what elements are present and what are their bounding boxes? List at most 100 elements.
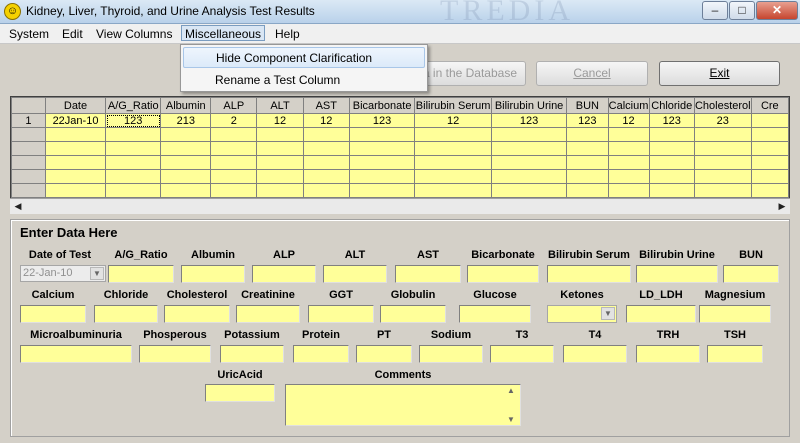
grid-cell[interactable]: 12	[414, 113, 492, 128]
input-field[interactable]	[395, 265, 461, 283]
input-field[interactable]	[699, 305, 771, 323]
grid-cell[interactable]	[349, 127, 416, 142]
input-field[interactable]	[490, 345, 554, 363]
scroll-right-icon[interactable]: ▶	[774, 199, 790, 214]
grid-cell[interactable]	[105, 169, 162, 184]
grid-row-header[interactable]	[11, 183, 46, 198]
menu-miscellaneous[interactable]: Miscellaneous	[181, 25, 266, 41]
grid-column-header[interactable]: Albumin	[160, 97, 212, 114]
grid-cell[interactable]	[693, 141, 752, 156]
input-field[interactable]	[380, 305, 446, 323]
input-field[interactable]	[419, 345, 483, 363]
grid-cell[interactable]	[566, 155, 609, 170]
input-field[interactable]	[636, 345, 700, 363]
grid-column-header[interactable]: Bilirubin Serum	[414, 97, 492, 114]
grid-column-header[interactable]: ALP	[210, 97, 258, 114]
grid-cell[interactable]	[607, 141, 650, 156]
grid-column-header[interactable]: Bicarbonate	[349, 97, 416, 114]
grid-row-header[interactable]	[11, 127, 46, 142]
grid-cell[interactable]	[750, 169, 789, 184]
grid-cell[interactable]	[349, 141, 416, 156]
grid-row-1[interactable]: 1 22Jan-10 123 213 2 12 12 123 12 123 123 12 123 23	[11, 113, 789, 128]
grid-cell[interactable]	[490, 141, 568, 156]
grid-cell[interactable]	[750, 141, 789, 156]
grid-cell[interactable]	[414, 155, 492, 170]
input-field[interactable]	[636, 265, 718, 283]
grid-cell[interactable]	[648, 183, 695, 198]
grid-cell[interactable]	[566, 141, 609, 156]
input-field[interactable]	[547, 265, 631, 283]
grid-row-4[interactable]	[11, 155, 789, 170]
grid-cell[interactable]	[607, 155, 650, 170]
grid-cell[interactable]	[160, 169, 212, 184]
comments-textarea[interactable]: ▲ ▼	[285, 384, 521, 426]
grid-cell[interactable]	[607, 127, 650, 142]
grid-cell[interactable]: 213	[160, 113, 212, 128]
grid-cell[interactable]: 23	[693, 113, 752, 128]
menu-edit[interactable]: Edit	[59, 27, 86, 43]
grid-column-header[interactable]: Calcium	[607, 97, 650, 114]
uricacid-field[interactable]	[205, 384, 275, 402]
grid-cell[interactable]	[414, 169, 492, 184]
input-field[interactable]	[707, 345, 763, 363]
grid-horizontal-scrollbar[interactable]: ◀ ▶	[10, 198, 790, 214]
cancel-button[interactable]: Cancel	[536, 61, 648, 86]
input-field[interactable]	[94, 305, 158, 323]
grid-cell[interactable]	[44, 169, 107, 184]
input-field[interactable]	[323, 265, 387, 283]
grid-row-3[interactable]	[11, 141, 789, 156]
grid-cell[interactable]: 123	[648, 113, 695, 128]
grid-cell[interactable]	[256, 141, 304, 156]
grid-cell[interactable]	[648, 141, 695, 156]
grid-cell[interactable]	[256, 155, 304, 170]
grid-cell[interactable]	[750, 113, 789, 128]
comments-scrollbar[interactable]: ▲ ▼	[507, 386, 519, 424]
grid-cell[interactable]	[210, 183, 258, 198]
menu-help[interactable]: Help	[272, 27, 303, 43]
grid-cell[interactable]	[414, 141, 492, 156]
grid-cell[interactable]	[693, 169, 752, 184]
input-field[interactable]	[626, 305, 696, 323]
scroll-up-icon[interactable]: ▲	[507, 386, 515, 395]
chevron-down-icon[interactable]: ▼	[601, 307, 615, 320]
input-field[interactable]	[467, 265, 539, 283]
input-field[interactable]	[308, 305, 374, 323]
menu-view-columns[interactable]: View Columns	[93, 27, 175, 43]
grid-cell[interactable]	[648, 169, 695, 184]
grid-row-header[interactable]: 1	[11, 113, 46, 128]
input-field[interactable]	[723, 265, 779, 283]
grid-cell[interactable]	[750, 127, 789, 142]
grid-cell[interactable]	[302, 155, 351, 170]
input-field[interactable]	[164, 305, 230, 323]
grid-cell[interactable]	[648, 155, 695, 170]
grid-column-header[interactable]: Cholesterol	[693, 97, 752, 114]
grid-row-5[interactable]	[11, 169, 789, 184]
grid-cell[interactable]	[490, 155, 568, 170]
scroll-down-icon[interactable]: ▼	[507, 415, 515, 424]
input-field[interactable]	[236, 305, 300, 323]
grid-cell[interactable]	[490, 127, 568, 142]
grid-column-header[interactable]: Date	[44, 97, 107, 114]
input-field[interactable]	[220, 345, 284, 363]
input-field[interactable]	[356, 345, 412, 363]
grid-cell[interactable]	[693, 155, 752, 170]
dropdown-field[interactable]: ▼	[547, 305, 617, 323]
restore-button[interactable]: □	[729, 1, 755, 20]
grid-column-header[interactable]: Bilirubin Urine	[490, 97, 568, 114]
input-field[interactable]	[563, 345, 627, 363]
input-field[interactable]	[459, 305, 531, 323]
grid-cell[interactable]	[349, 169, 416, 184]
grid-cell[interactable]: 123	[566, 113, 609, 128]
grid-cell[interactable]	[44, 141, 107, 156]
input-field[interactable]	[293, 345, 349, 363]
grid-column-header[interactable]: Chloride	[648, 97, 695, 114]
grid-row-6[interactable]	[11, 183, 789, 198]
input-field[interactable]	[139, 345, 211, 363]
grid-cell[interactable]: 123	[349, 113, 416, 128]
close-button[interactable]: ✕	[756, 1, 798, 20]
grid-cell[interactable]	[256, 183, 304, 198]
grid-cell[interactable]	[210, 141, 258, 156]
grid-cell[interactable]	[648, 127, 695, 142]
grid-cell[interactable]	[105, 183, 162, 198]
grid-cell[interactable]	[302, 141, 351, 156]
